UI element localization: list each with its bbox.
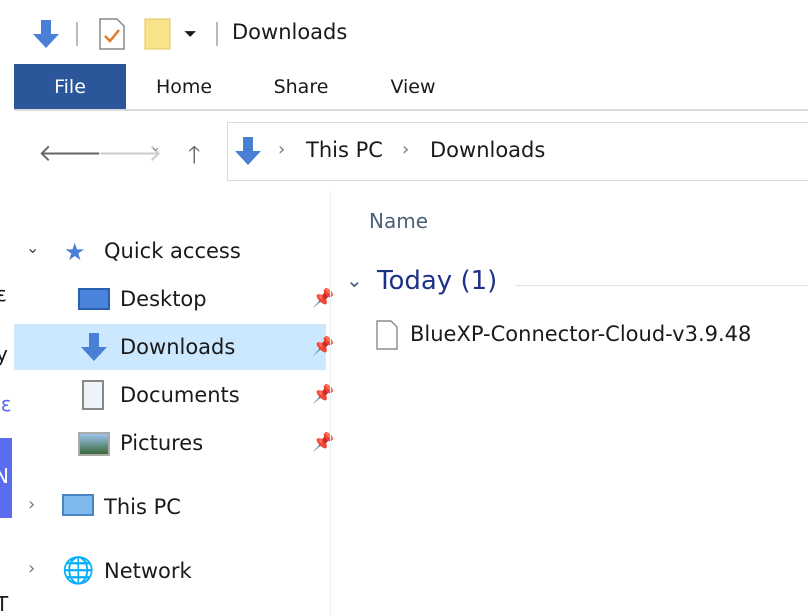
customize-toolbar-icon[interactable]: ⏷ — [184, 24, 197, 44]
star-icon: ★ — [64, 238, 86, 266]
back-button[interactable]: 🡐 — [38, 138, 102, 167]
properties-icon[interactable] — [98, 18, 126, 54]
window-title: Downloads — [232, 20, 348, 44]
expand-chevron-icon[interactable]: › — [28, 558, 35, 579]
breadcrumb-chevron-icon: › — [402, 139, 410, 160]
pane-divider[interactable] — [330, 190, 331, 616]
nav-this-pc[interactable]: This PC — [104, 484, 181, 530]
network-icon: 🌐 — [62, 556, 95, 586]
tab-file[interactable]: File — [14, 64, 126, 110]
new-folder-icon[interactable] — [144, 18, 172, 54]
background-window: ε y ιε N T — [0, 282, 12, 616]
file-icon — [376, 320, 398, 354]
up-button[interactable]: 🡑 — [188, 138, 200, 179]
nav-item-documents[interactable]: Documents 📌 — [14, 372, 334, 418]
divider — [76, 22, 78, 46]
nav-item-downloads[interactable]: Downloads 📌 — [14, 324, 334, 370]
pictures-icon — [78, 432, 110, 456]
address-bar[interactable]: › This PC › Downloads — [227, 122, 808, 181]
downloads-icon — [232, 135, 264, 171]
breadcrumb-this-pc[interactable]: This PC — [306, 138, 383, 162]
desktop-icon — [78, 288, 110, 310]
nav-item-desktop[interactable]: Desktop 📌 — [14, 276, 334, 322]
column-header-name[interactable]: Name — [369, 209, 428, 233]
recent-locations-button[interactable]: ⌄ — [150, 140, 161, 155]
nav-quick-access[interactable]: Quick access — [104, 228, 241, 274]
this-pc-icon — [62, 494, 94, 516]
pin-icon[interactable]: 📌 — [312, 420, 334, 466]
ribbon-divider — [14, 109, 808, 111]
nav-network[interactable]: Network — [104, 548, 192, 594]
collapse-chevron-icon[interactable]: ⌄ — [26, 238, 39, 257]
documents-icon — [82, 380, 104, 410]
tab-view[interactable]: View — [378, 64, 448, 110]
divider — [216, 22, 218, 46]
group-divider — [515, 285, 808, 286]
pin-icon[interactable]: 📌 — [312, 324, 334, 370]
pin-icon[interactable]: 📌 — [312, 372, 334, 418]
pin-icon[interactable]: 📌 — [312, 276, 334, 322]
downloads-quick-icon[interactable] — [30, 18, 62, 50]
file-item[interactable]: BlueXP-Connector-Cloud-v3.9.48 — [372, 316, 808, 356]
group-collapse-icon[interactable]: ⌄ — [346, 268, 363, 292]
expand-chevron-icon[interactable]: › — [28, 494, 35, 515]
group-header-today[interactable]: Today (1) — [377, 266, 497, 296]
tab-share[interactable]: Share — [260, 64, 342, 110]
tab-home[interactable]: Home — [140, 64, 228, 110]
navigation-pane: ⌄ ★ Quick access Desktop 📌 Downloads 📌 D… — [14, 190, 334, 616]
file-name: BlueXP-Connector-Cloud-v3.9.48 — [410, 322, 752, 346]
breadcrumb-downloads[interactable]: Downloads — [430, 138, 545, 162]
nav-item-pictures[interactable]: Pictures 📌 — [14, 420, 334, 466]
breadcrumb-chevron-icon: › — [278, 139, 286, 160]
